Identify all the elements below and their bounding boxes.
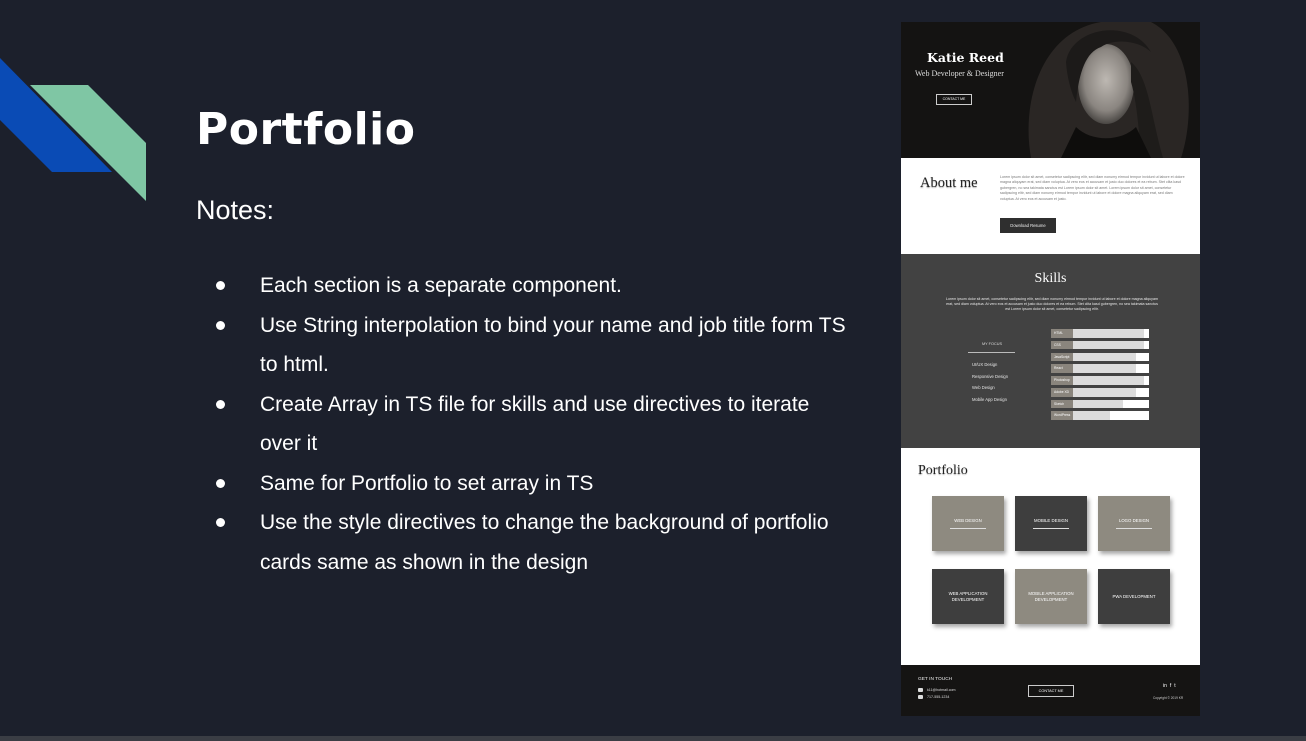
bottom-strip: [0, 736, 1306, 741]
portfolio-card[interactable]: MOBILE APPLICATION DEVELOPMENT: [1015, 569, 1087, 624]
mail-icon: [918, 688, 923, 692]
card-underline: [950, 527, 986, 529]
focus-item: Responsive Design: [972, 373, 1009, 379]
skill-bar: HTML: [1051, 329, 1149, 338]
portfolio-card-label: MOBILE APPLICATION DEVELOPMENT: [1028, 591, 1074, 602]
focus-list: UI/UX Design Responsive Design Web Desig…: [972, 359, 1008, 406]
skill-bar: CSS: [1051, 340, 1149, 350]
skill-bar-label: Photoshop: [1051, 376, 1073, 385]
mockup-portfolio-section: Portfolio WEB DESIGN MOBILE DESIGN LOGO DE…: [901, 448, 1200, 665]
focus-item: Web Design: [972, 385, 995, 391]
notes-heading: Notes:: [196, 195, 275, 225]
skill-bar-label: Adobe XD: [1051, 387, 1073, 397]
skill-bar: JavaScript: [1051, 352, 1149, 362]
focus-divider: [968, 352, 1015, 353]
skill-bar: React: [1051, 364, 1149, 373]
note-item: Each section is a separate component.: [214, 266, 854, 306]
footer-contact-button[interactable]: CONTACT ME: [1028, 685, 1074, 697]
slide-title: Portfolio: [196, 104, 416, 155]
portfolio-card[interactable]: MOBILE DESIGN: [1015, 496, 1087, 551]
portfolio-heading: Portfolio: [918, 463, 968, 478]
card-underline: [1033, 527, 1069, 529]
note-item: Same for Portfolio to set array in TS: [214, 464, 854, 504]
footer-email[interactable]: k11@hotmail.com: [918, 688, 956, 692]
skill-bar-label: WordPress: [1051, 411, 1073, 421]
focus-item: Mobile App Design: [972, 397, 1007, 403]
card-underline: [1116, 527, 1152, 529]
mockup-skills-section: Skills Lorem ipsum dolor sit amet, conse…: [901, 254, 1200, 448]
mockup-about-section: About me Lorem ipsum dolor sit amet, con…: [901, 158, 1200, 254]
copyright: Copyright © 2019 KR: [1153, 696, 1184, 700]
twitter-icon[interactable]: t: [1174, 683, 1175, 689]
mockup-hero: Katie Reed Web Developer & Designer CONT…: [901, 22, 1200, 158]
skill-bar-label: JavaScript: [1051, 352, 1073, 362]
skill-bar: Adobe XD: [1051, 387, 1149, 397]
notes-list: Each section is a separate component. Us…: [214, 266, 854, 582]
note-item: Create Array in TS file for skills and u…: [214, 385, 854, 464]
skill-bar-label: React: [1051, 364, 1073, 373]
portfolio-card[interactable]: LOGO DESIGN: [1098, 496, 1170, 551]
design-mockup: Katie Reed Web Developer & Designer CONT…: [901, 22, 1200, 716]
portfolio-card[interactable]: WEB APPLICATION DEVELOPMENT: [932, 569, 1004, 624]
skill-bar-label: Sketch: [1051, 399, 1073, 409]
about-text: Lorem ipsum dolor sit amet, consetetur s…: [1000, 175, 1185, 201]
portfolio-card[interactable]: PWA DEVELOPMENT: [1098, 569, 1170, 624]
skill-bar: Photoshop: [1051, 376, 1149, 385]
slide: Portfolio Notes: Each section is a separ…: [0, 0, 1306, 736]
skills-heading: Skills: [1034, 271, 1067, 286]
footer-heading: GET IN TOUCH: [918, 677, 953, 682]
download-resume-button[interactable]: Download Resume: [1000, 218, 1056, 233]
footer-phone-text: 717-555-1234: [927, 695, 950, 699]
note-item: Use String interpolation to bind your na…: [214, 306, 854, 385]
focus-heading: MY FOCUS: [982, 342, 1002, 346]
portfolio-card-label: PWA DEVELOPMENT: [1112, 593, 1156, 599]
note-item: Use the style directives to change the b…: [214, 503, 854, 582]
footer-email-text: k11@hotmail.com: [927, 688, 956, 692]
skill-bar: WordPress: [1051, 411, 1149, 421]
about-heading: About me: [920, 175, 978, 191]
portfolio-card-label: WEB APPLICATION DEVELOPMENT: [948, 591, 988, 602]
portrait-photo: [901, 22, 1200, 158]
portfolio-card[interactable]: WEB DESIGN: [932, 496, 1004, 551]
social-links: in f t: [1163, 683, 1176, 689]
linkedin-icon[interactable]: in: [1163, 683, 1167, 689]
skills-text: Lorem ipsum dolor sit amet, consetetur s…: [946, 297, 1158, 311]
hero-job-title: Web Developer & Designer: [915, 69, 1004, 78]
footer-phone[interactable]: 717-555-1234: [918, 695, 949, 699]
portfolio-card-label: LOGO DESIGN: [1118, 518, 1150, 524]
skill-bars: HTML CSS JavaScript React Photoshop Adobe XD S…: [1051, 329, 1149, 423]
skill-bar-label: HTML: [1051, 329, 1073, 338]
contact-me-button[interactable]: CONTACT ME: [936, 94, 972, 105]
hero-name: Katie Reed: [927, 50, 1004, 65]
focus-item: UI/UX Design: [972, 362, 998, 367]
phone-icon: [918, 695, 923, 699]
portfolio-card-label: WEB DESIGN: [954, 518, 982, 524]
facebook-icon[interactable]: f: [1170, 683, 1171, 689]
decorative-stripes: [0, 58, 146, 201]
skill-bar-label: CSS: [1051, 340, 1073, 350]
portfolio-card-label: MOBILE DESIGN: [1034, 518, 1068, 524]
skill-bar: Sketch: [1051, 399, 1149, 409]
mockup-footer: GET IN TOUCH k11@hotmail.com 717-555-123…: [901, 665, 1200, 716]
